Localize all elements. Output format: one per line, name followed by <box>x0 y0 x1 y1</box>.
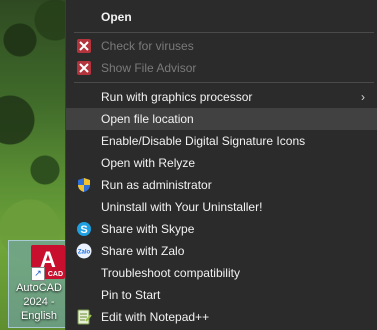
menu-item-label: Open file location <box>101 112 194 126</box>
menu-item-edit-notepad[interactable]: Edit with Notepad++ <box>66 306 377 328</box>
uac-shield-icon <box>76 177 92 193</box>
menu-item-share-zalo[interactable]: Zalo Share with Zalo <box>66 240 377 262</box>
menu-item-troubleshoot[interactable]: Troubleshoot compatibility <box>66 262 377 284</box>
menu-separator <box>74 32 374 33</box>
zalo-icon-text: Zalo <box>78 250 91 256</box>
menu-item-check-viruses[interactable]: Check for viruses <box>66 35 377 57</box>
menu-item-open-file-location[interactable]: Open file location <box>66 108 377 130</box>
menu-item-label: Uninstall with Your Uninstaller! <box>101 200 263 214</box>
menu-item-open[interactable]: Open <box>66 6 377 28</box>
menu-item-label: Run with graphics processor <box>101 90 253 104</box>
menu-item-share-skype[interactable]: S Share with Skype <box>66 218 377 240</box>
skype-icon: S <box>76 221 92 237</box>
menu-item-open-relyze[interactable]: Open with Relyze <box>66 152 377 174</box>
menu-item-digital-signature[interactable]: Enable/Disable Digital Signature Icons <box>66 130 377 152</box>
menu-item-label: Run as administrator <box>101 178 212 192</box>
menu-item-label: Open with Relyze <box>101 156 196 170</box>
menu-item-label: Open <box>101 10 132 24</box>
autocad-desktop-icon[interactable]: A CAD ↗ AutoCAD 2024 - English <box>8 240 70 328</box>
autocad-icon-sub: CAD <box>47 271 63 278</box>
menu-item-show-file-advisor[interactable]: Show File Advisor <box>66 57 377 79</box>
menu-separator <box>74 82 374 83</box>
context-menu: Open Check for viruses Show File Advisor… <box>65 0 377 330</box>
menu-item-label: Pin to Start <box>101 288 161 302</box>
menu-item-label: Check for viruses <box>101 39 194 53</box>
desktop-icon-label: AutoCAD 2024 - English <box>16 282 62 322</box>
menu-item-uninstall[interactable]: Uninstall with Your Uninstaller! <box>66 196 377 218</box>
menu-item-label: Troubleshoot compatibility <box>101 266 240 280</box>
antivirus-icon <box>76 60 92 76</box>
menu-item-label: Share with Zalo <box>101 244 185 258</box>
skype-icon-letter: S <box>80 224 87 236</box>
chevron-right-icon: › <box>361 90 365 104</box>
menu-item-run-graphics[interactable]: Run with graphics processor › <box>66 86 377 108</box>
menu-item-label: Edit with Notepad++ <box>101 310 210 324</box>
menu-item-pin-start[interactable]: Pin to Start <box>66 284 377 306</box>
antivirus-icon <box>76 38 92 54</box>
zalo-icon: Zalo <box>76 243 92 259</box>
menu-item-label: Share with Skype <box>101 222 195 236</box>
shortcut-arrow-icon: ↗ <box>31 267 45 281</box>
menu-item-label: Show File Advisor <box>101 61 197 75</box>
menu-item-label: Enable/Disable Digital Signature Icons <box>101 134 306 148</box>
menu-item-run-admin[interactable]: Run as administrator <box>66 174 377 196</box>
notepad-plus-plus-icon <box>76 309 92 325</box>
